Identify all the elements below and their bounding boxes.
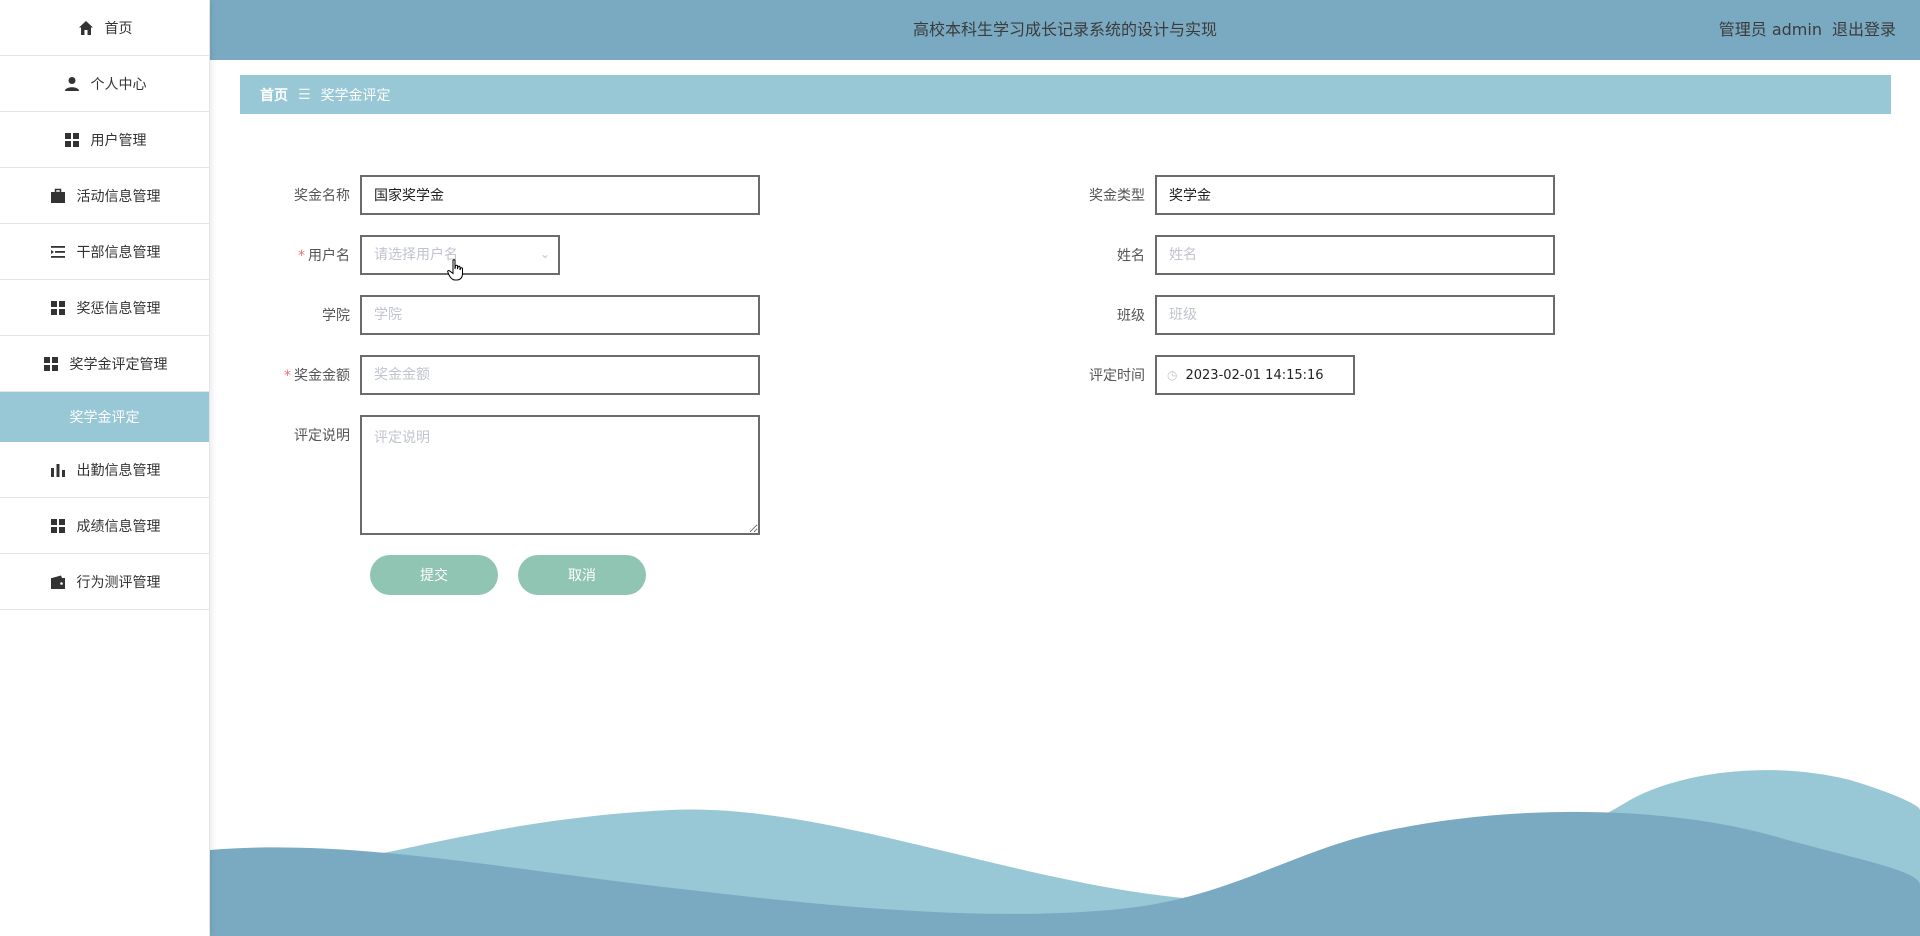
grid-icon [63, 131, 81, 149]
description-textarea[interactable] [360, 415, 760, 535]
sidebar-item-activity-management[interactable]: 活动信息管理 [0, 168, 209, 224]
home-icon [77, 19, 95, 37]
class-input[interactable] [1155, 295, 1555, 335]
sidebar-item-scholarship-management[interactable]: 奖学金评定管理 [0, 336, 209, 392]
user-icon [63, 75, 81, 93]
form-row-scholarship-type: 奖金类型 [1065, 175, 1555, 215]
sidebar-item-attendance-management[interactable]: 出勤信息管理 [0, 442, 209, 498]
sidebar-item-label: 干部信息管理 [76, 244, 161, 261]
sidebar-item-label: 出勤信息管理 [76, 462, 161, 479]
briefcase-icon [49, 187, 67, 205]
form-row-amount: * 奖金金额 [270, 355, 760, 395]
app-title: 高校本科生学习成长记录系统的设计与实现 [912, 20, 1217, 39]
form-row-scholarship-name: 奖金名称 [270, 175, 760, 215]
eval-time-label: 评定时间 [1089, 368, 1145, 384]
sidebar-item-cadre-management[interactable]: 干部信息管理 [0, 224, 209, 280]
sidebar-item-label: 活动信息管理 [76, 188, 161, 205]
form-row-college: 学院 [270, 295, 760, 335]
breadcrumb: 首页 ☰ 奖学金评定 [240, 75, 1891, 114]
form-row-username: *用户名 ⌄ [270, 235, 560, 275]
sidebar-item-label: 成绩信息管理 [76, 518, 161, 535]
list-indent-icon [49, 243, 67, 261]
admin-label: 管理员 admin [1718, 20, 1822, 39]
description-label: 评定说明 [294, 428, 350, 444]
clock-icon: ◷ [1167, 368, 1178, 382]
sidebar-item-personal-center[interactable]: 个人中心 [0, 56, 209, 112]
sidebar-item-reward-punishment-management[interactable]: 奖惩信息管理 [0, 280, 209, 336]
grid-icon [49, 299, 67, 317]
sidebar-item-home[interactable]: 首页 [0, 0, 209, 56]
chevron-down-icon: ⌄ [539, 247, 550, 261]
sidebar-subitem-label: 奖学金评定 [69, 410, 140, 426]
username-label: * 用户名 [298, 248, 350, 264]
sidebar-item-label: 个人中心 [90, 76, 147, 93]
form-row-eval-time: 评定时间 ◷ 2023-02-01 14:15:16 [1065, 355, 1355, 395]
amount-label: * 奖金金额 [284, 368, 350, 384]
sidebar-item-label: 奖惩信息管理 [76, 300, 161, 317]
submit-button[interactable]: 提交 [370, 555, 498, 595]
sidebar-item-label: 首页 [104, 20, 133, 37]
user-area: 管理员 admin 退出登录 [1709, 0, 1896, 60]
hand-cursor-icon [447, 259, 463, 281]
sidebar-item-label: 行为测评管理 [76, 574, 161, 591]
class-label: 班级 [1117, 308, 1145, 324]
cancel-button[interactable]: 取消 [518, 555, 646, 595]
scholarship-name-input[interactable] [360, 175, 760, 215]
college-label: 学院 [322, 308, 350, 324]
grid-icon [49, 517, 67, 535]
breadcrumb-current: 奖学金评定 [320, 87, 391, 104]
sidebar-subitem-scholarship-evaluation[interactable]: 奖学金评定 [0, 392, 209, 442]
sidebar-item-behavior-evaluation-management[interactable]: 行为测评管理 [0, 554, 209, 610]
wallet-icon [49, 573, 67, 591]
sidebar: 首页 个人中心 用户管理 活动信息管理 干部信息管理 奖惩信息管理 奖学金评定管… [0, 0, 210, 936]
scholarship-name-label: 奖金名称 [294, 188, 350, 204]
sidebar-item-user-management[interactable]: 用户管理 [0, 112, 209, 168]
top-header: 高校本科生学习成长记录系统的设计与实现 管理员 admin 退出登录 [210, 0, 1920, 60]
sidebar-item-grades-management[interactable]: 成绩信息管理 [0, 498, 209, 554]
grid-icon [42, 355, 60, 373]
college-input[interactable] [360, 295, 760, 335]
eval-time-value: 2023-02-01 14:15:16 [1185, 367, 1324, 383]
scholarship-type-label: 奖金类型 [1089, 188, 1145, 204]
scholarship-type-input[interactable] [1155, 175, 1555, 215]
logout-link[interactable]: 退出登录 [1832, 20, 1896, 39]
name-input[interactable] [1155, 235, 1555, 275]
name-label: 姓名 [1117, 248, 1145, 264]
decorative-waves [210, 770, 1920, 936]
form-row-name: 姓名 [1065, 235, 1555, 275]
sidebar-item-label: 用户管理 [90, 132, 147, 149]
eval-time-picker[interactable]: ◷ 2023-02-01 14:15:16 [1155, 355, 1355, 395]
amount-input[interactable] [360, 355, 760, 395]
form-row-class: 班级 [1065, 295, 1555, 335]
breadcrumb-home[interactable]: 首页 [260, 85, 288, 105]
form-row-description: 评定说明 [270, 415, 760, 535]
breadcrumb-separator-icon: ☰ [298, 86, 311, 103]
bar-chart-icon [49, 461, 67, 479]
sidebar-item-label: 奖学金评定管理 [69, 356, 168, 373]
